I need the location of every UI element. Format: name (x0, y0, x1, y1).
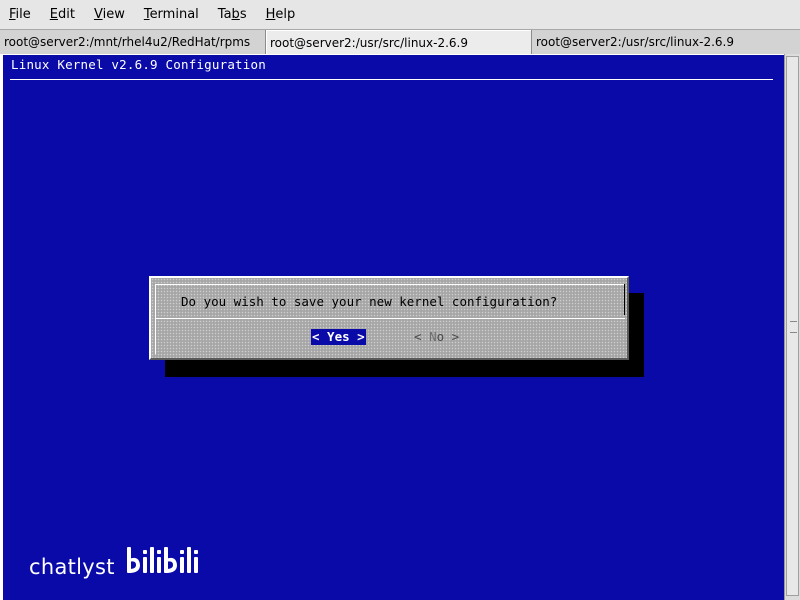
menu-view-label-post: iew (102, 7, 125, 22)
menu-tabs-label-post: s (239, 7, 247, 22)
backtitle-divider (10, 79, 773, 80)
menu-edit[interactable]: Edit (45, 7, 80, 22)
bilibili-logo-icon (126, 547, 198, 573)
no-button-open: < (414, 329, 430, 344)
scrollbar-thumb[interactable] (786, 56, 799, 596)
menuconfig-backtitle: Linux Kernel v2.6.9 Configuration (11, 57, 266, 72)
watermark-text: chatlyst (29, 555, 115, 579)
dialog-message: Do you wish to save your new kernel conf… (181, 294, 558, 309)
menu-view-accel: V (93, 7, 103, 22)
menu-help[interactable]: Help (261, 7, 301, 22)
tab-linux-src-active[interactable]: root@server2:/usr/src/linux-2.6.9 (266, 30, 532, 55)
dialog-separator (155, 318, 625, 319)
terminal-screen[interactable]: Linux Kernel v2.6.9 Configuration Do you… (0, 54, 784, 600)
save-config-dialog: Do you wish to save your new kernel conf… (149, 276, 629, 360)
tab-linux-src[interactable]: root@server2:/usr/src/linux-2.6.9 (532, 30, 800, 55)
no-button-hotkey: N (429, 329, 437, 344)
scrollbar-grip-icon (790, 321, 797, 333)
menu-help-accel: H (265, 7, 276, 22)
menu-file[interactable]: File (4, 7, 36, 22)
tab-rpms[interactable]: root@server2:/mnt/rhel4u2/RedHat/rpms (0, 30, 266, 55)
menu-tabs-label-pre: Ta (217, 7, 232, 22)
tab-bar: root@server2:/mnt/rhel4u2/RedHat/rpms ro… (0, 29, 800, 55)
menu-view[interactable]: View (89, 7, 130, 22)
menu-file-label-post: ile (15, 7, 31, 22)
yes-button[interactable]: < Yes > (311, 329, 366, 345)
menu-edit-label-post: dit (58, 7, 75, 22)
menu-terminal[interactable]: Terminal (139, 7, 204, 22)
dialog-frame-top (155, 284, 625, 285)
terminal-scrollbar[interactable] (784, 54, 800, 600)
menu-tabs-accel: b (231, 7, 240, 22)
dialog-frame-right (624, 284, 625, 315)
menu-edit-accel: E (49, 7, 58, 22)
menu-tabs[interactable]: Tabs (213, 7, 252, 22)
no-button[interactable]: < No > (413, 329, 460, 345)
menu-bar: File Edit View Terminal Tabs Help (0, 0, 800, 29)
menu-help-label-post: elp (275, 7, 296, 22)
menu-terminal-label-post: erminal (149, 7, 199, 22)
no-button-rest: o > (436, 329, 460, 344)
dialog-frame-left (155, 284, 156, 354)
watermark: chatlyst (29, 545, 201, 579)
